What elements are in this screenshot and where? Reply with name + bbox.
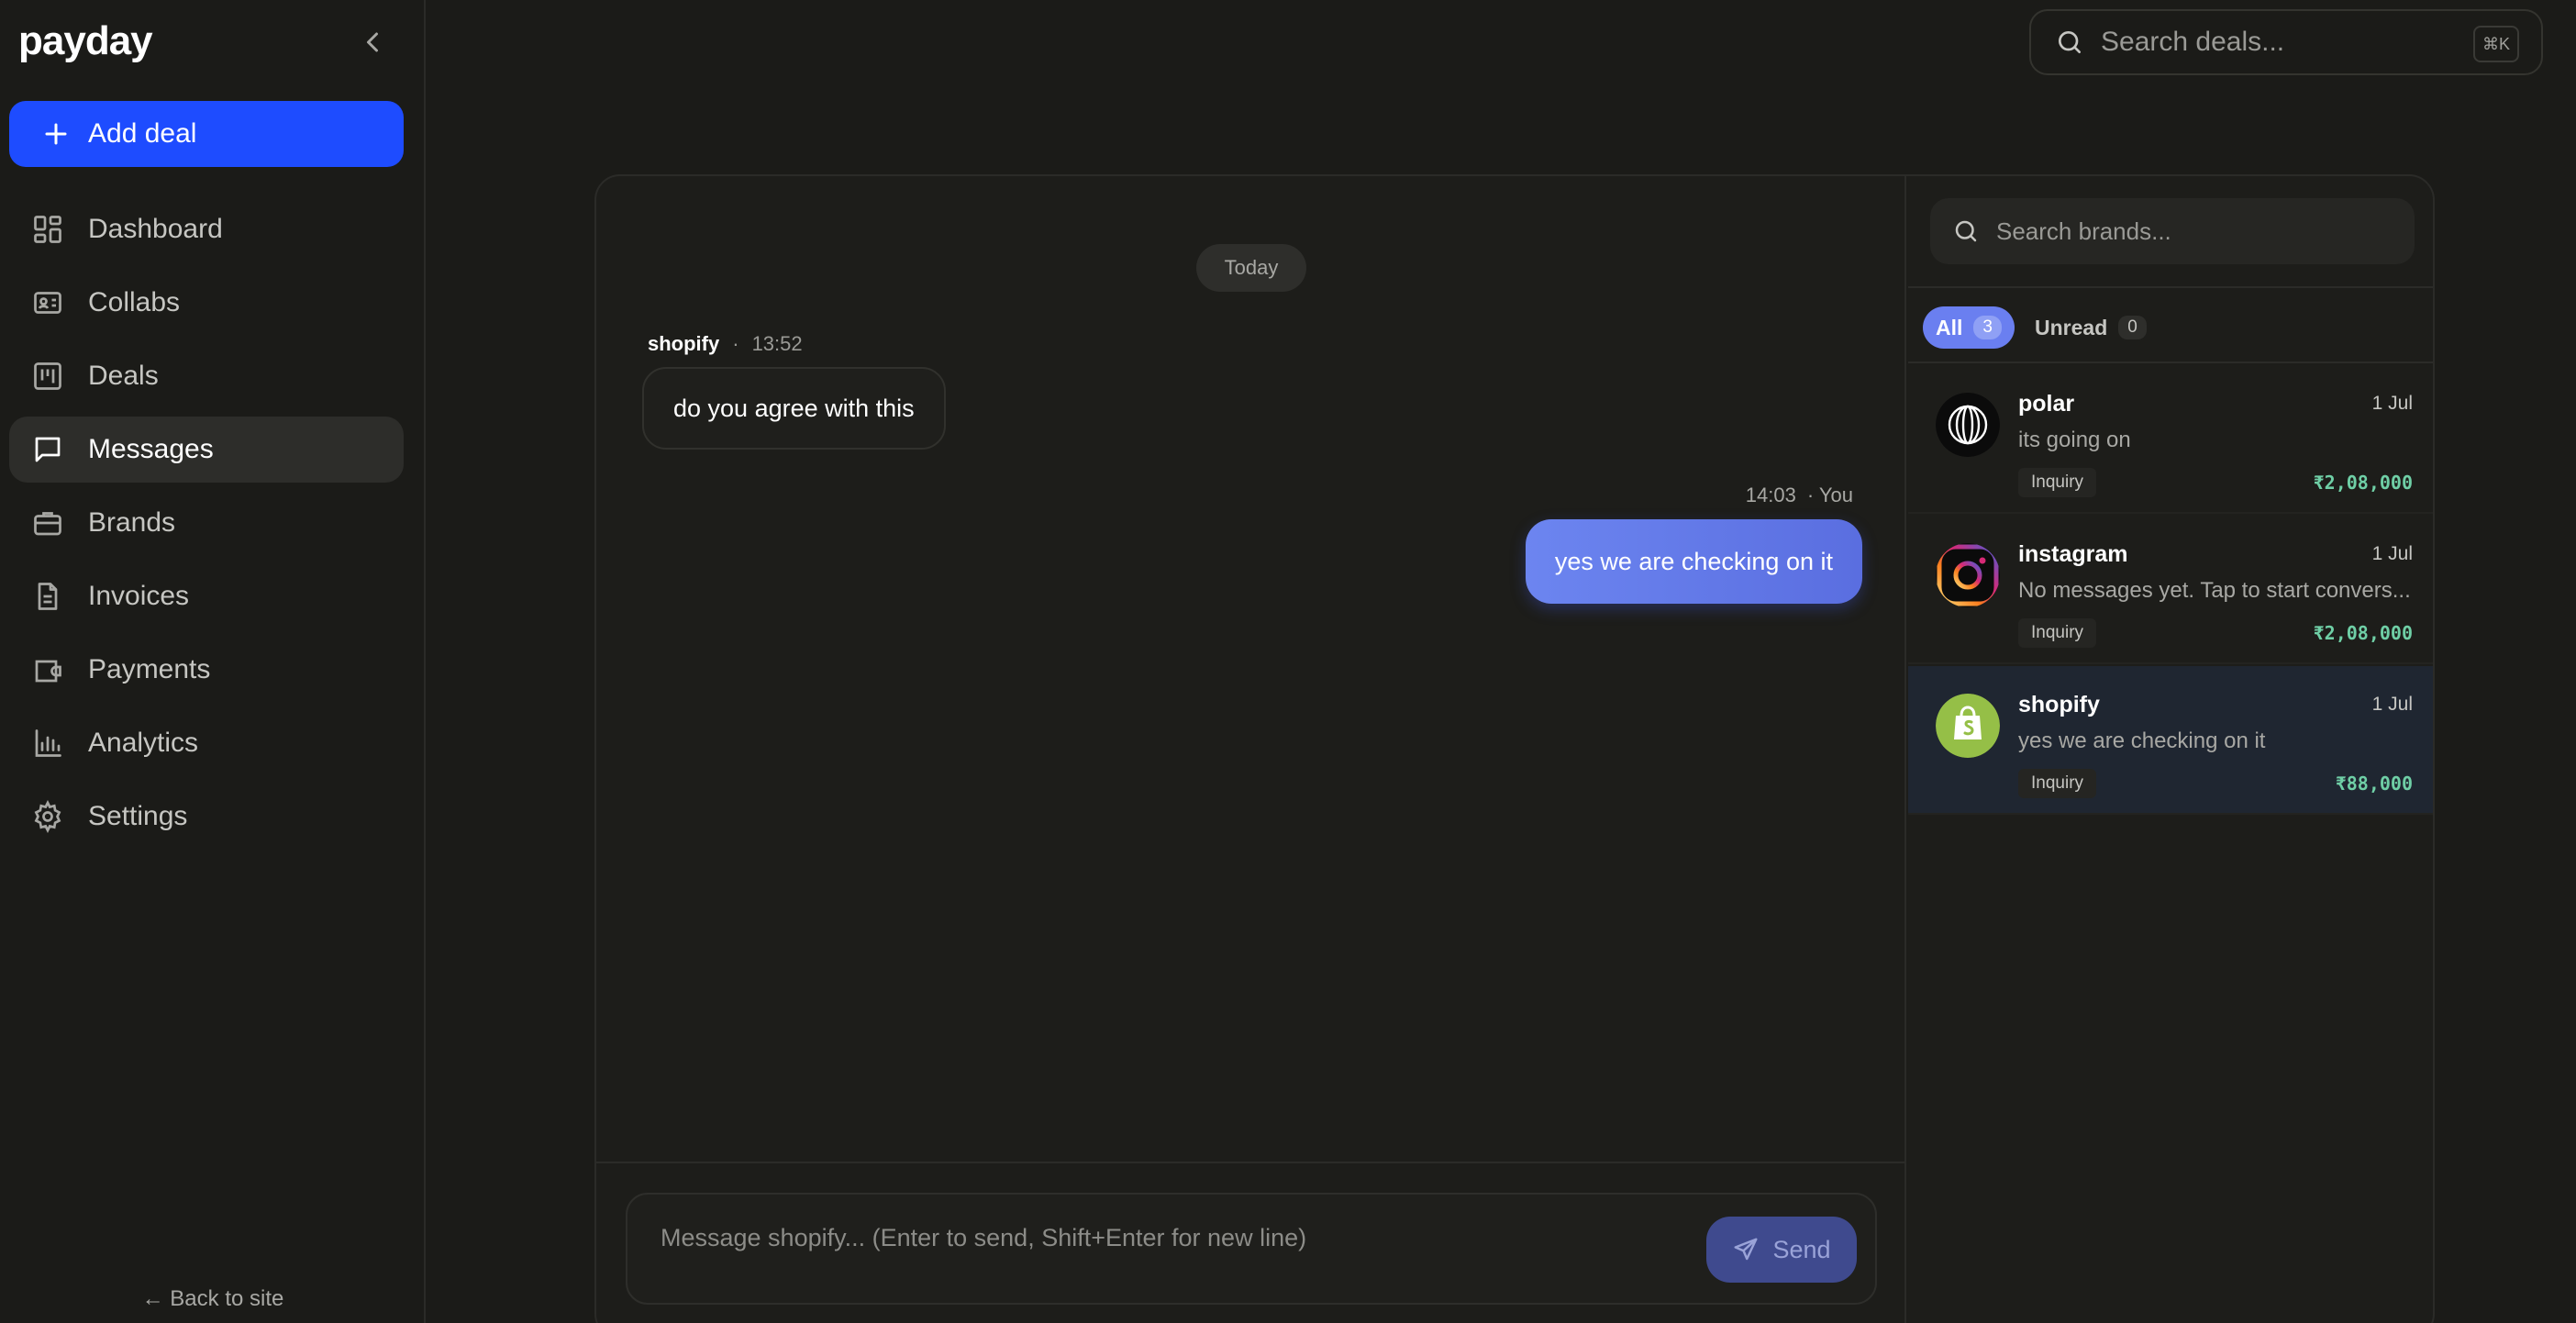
filter-tabs: All 3 Unread 0 [1908,286,2433,363]
brand-preview: yes we are checking on it [2018,728,2266,753]
sidebar-item-label: Invoices [88,581,190,611]
sidebar-item-deals[interactable]: Deals [9,343,404,409]
file-icon [38,583,58,610]
send-label: Send [1772,1235,1831,1263]
deal-amount: ₹2,08,000 [2313,472,2413,494]
message-time: 13:52 [751,332,803,355]
brand-list-item[interactable]: polar 1 Jul its going on Inquiry ₹2,08,0… [1908,365,2433,514]
sidebar-item-dashboard[interactable]: Dashboard [9,196,404,262]
status-badge: Inquiry [2018,468,2097,497]
sidebar-item-label: Collabs [88,287,181,317]
search-icon [1955,220,1977,242]
sidebar-item-settings[interactable]: Settings [9,784,404,850]
tab-count-badge: 0 [2118,316,2147,339]
tab-count-badge: 3 [1973,316,2002,339]
chat-thread: Today shopify · 13:52 do you agree with … [596,176,1906,1323]
plus-icon [45,123,67,145]
date-divider: Today [1196,244,1306,292]
outgoing-message-meta: 14:03 · You [1746,484,1853,507]
search-icon [2059,31,2081,53]
brand-list-item[interactable]: instagram 1 Jul No messages yet. Tap to … [1908,516,2433,664]
deal-search-input[interactable] [2101,27,2449,58]
brand-preview: its going on [2018,428,2131,452]
brand-name: polar [2018,391,2075,417]
wallet-icon [35,660,61,683]
sidebar-item-label: Dashboard [88,214,223,244]
message-sender: · You [1806,484,1853,506]
sidebar-item-label: Analytics [88,728,199,758]
sidebar: payday Add deal Dashboard Collabs Deals … [0,0,426,1323]
message-sender: shopify [648,332,720,355]
instagram-logo-icon [1936,543,2000,607]
dashboard-icon [34,216,61,243]
message-input[interactable] [661,1224,1670,1264]
app-logo[interactable]: payday [18,18,153,64]
sidebar-item-label: Deals [88,361,159,391]
sidebar-item-label: Brands [88,507,176,538]
sidebar-item-label: Messages [88,434,214,464]
tab-label: Unread [2035,315,2108,339]
send-icon [1734,1238,1758,1261]
deal-amount: ₹2,08,000 [2313,622,2413,644]
sidebar-item-analytics[interactable]: Analytics [9,710,404,776]
brands-list-panel: All 3 Unread 0 polar 1 Jul its going on … [1908,176,2433,1323]
composer-area: Send [596,1162,1904,1323]
sidebar-item-label: Payments [88,654,211,684]
outgoing-message-bubble: yes we are checking on it [1525,519,1862,604]
message-composer: Send [626,1193,1877,1305]
brand-list-item[interactable]: shopify 1 Jul yes we are checking on it … [1908,666,2433,815]
message-time: 14:03 [1745,484,1796,506]
bar-chart-icon [35,729,61,757]
brand-name: instagram [2018,541,2128,567]
search-shortcut-badge: ⌘K [2472,26,2519,62]
shopify-logo-icon [1936,694,2000,758]
gear-icon [34,800,61,833]
id-card-icon [34,292,61,314]
briefcase-icon [34,512,61,536]
messages-panel: Today shopify · 13:52 do you agree with … [594,174,2435,1323]
chevron-left-icon [367,32,378,52]
brand-search-bar[interactable] [1930,198,2415,264]
back-to-site-link[interactable]: ← Back to site [0,1286,426,1312]
brand-preview: No messages yet. Tap to start convers... [2018,578,2411,603]
sidebar-item-invoices[interactable]: Invoices [9,563,404,629]
message-icon [35,437,61,462]
deal-amount: ₹88,000 [2335,773,2413,795]
incoming-message-meta: shopify · 13:52 [648,332,803,356]
polar-logo-icon [1936,393,2000,457]
tab-all[interactable]: All 3 [1923,306,2015,349]
brand-name: shopify [2018,692,2100,717]
tab-label: All [1936,315,1963,339]
brand-date: 1 Jul [2371,393,2413,414]
send-button[interactable]: Send [1706,1217,1857,1283]
brand-search-input[interactable] [1996,217,2400,246]
status-badge: Inquiry [2018,769,2097,798]
brand-date: 1 Jul [2371,694,2413,715]
meta-separator: · [732,332,739,355]
collapse-sidebar-button[interactable] [356,26,389,59]
deal-search-bar[interactable]: ⌘K [2029,9,2543,75]
incoming-message-bubble: do you agree with this [642,367,946,450]
sidebar-item-brands[interactable]: Brands [9,490,404,556]
kanban-icon [34,362,61,390]
status-badge: Inquiry [2018,618,2097,648]
sidebar-item-messages[interactable]: Messages [9,417,404,483]
tab-unread[interactable]: Unread 0 [2022,306,2160,349]
sidebar-item-collabs[interactable]: Collabs [9,270,404,336]
sidebar-item-label: Settings [88,801,188,831]
add-deal-label: Add deal [88,118,197,149]
add-deal-button[interactable]: Add deal [9,101,404,167]
brand-date: 1 Jul [2371,543,2413,564]
sidebar-item-payments[interactable]: Payments [9,637,404,703]
